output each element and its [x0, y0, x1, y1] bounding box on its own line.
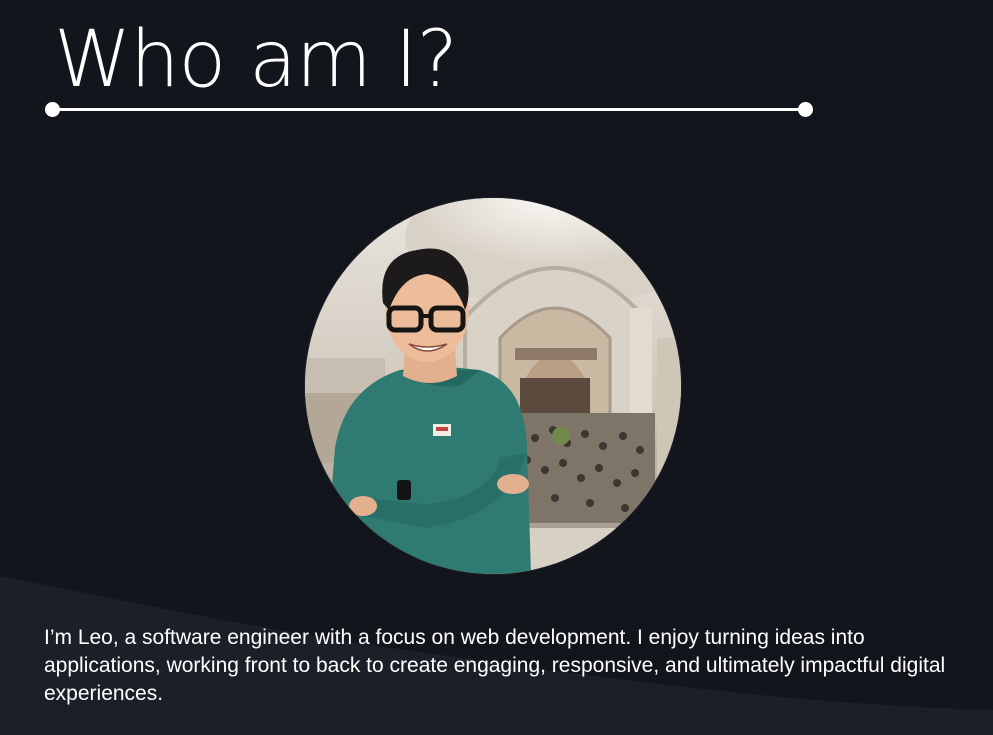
underline-right-dot — [798, 102, 813, 117]
bio-paragraph: I’m Leo, a software engineer with a focu… — [44, 626, 946, 705]
about-section: Who am I? I’m Leo, a software engineer w… — [0, 0, 993, 735]
profile-photo-illustration — [305, 198, 681, 574]
profile-photo — [305, 198, 681, 574]
heading-underline — [45, 101, 813, 117]
underline-left-dot — [45, 102, 60, 117]
underline-bar — [53, 108, 805, 111]
section-heading: Who am I? — [54, 15, 458, 105]
